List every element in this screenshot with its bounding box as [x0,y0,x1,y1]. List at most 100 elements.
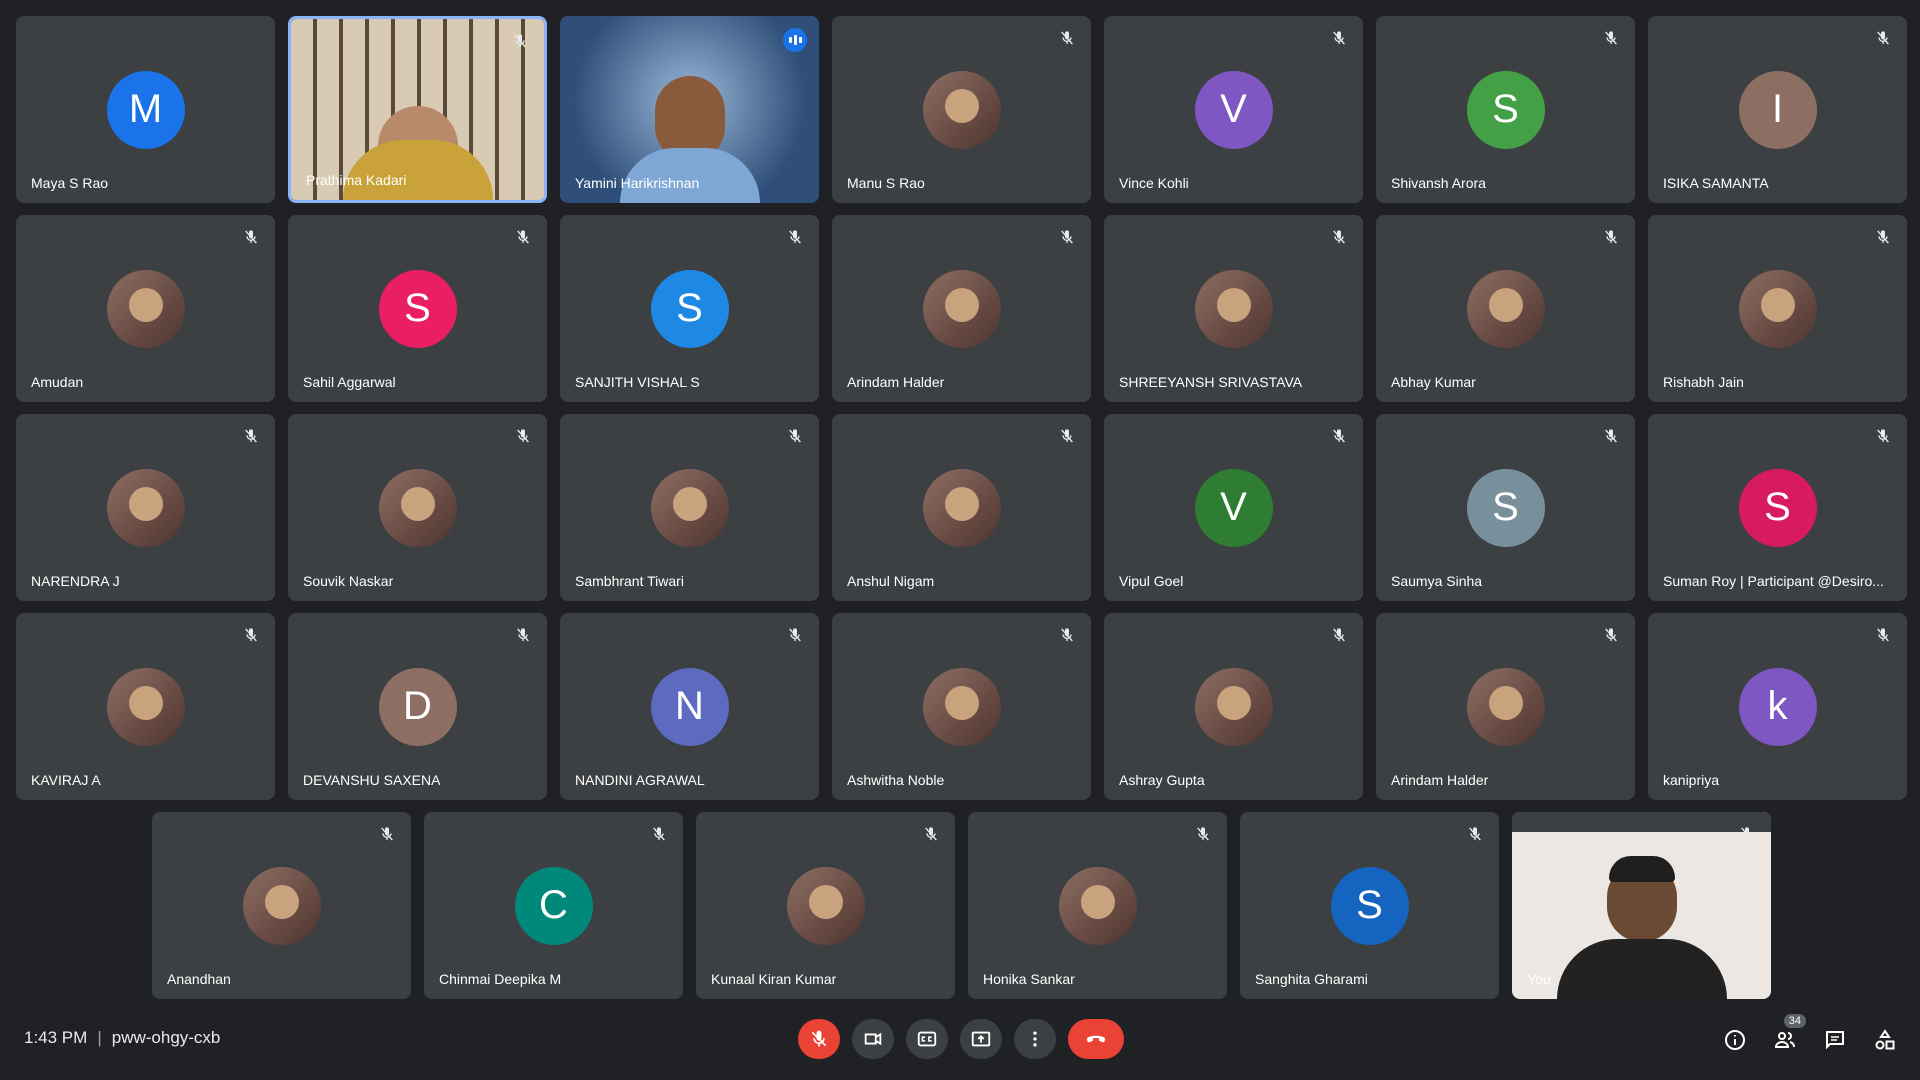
participant-tile[interactable]: Amudan [16,215,275,402]
meeting-time: 1:43 PM [24,1028,88,1047]
participant-tile[interactable]: Abhay Kumar [1376,215,1635,402]
participant-tile[interactable]: Honika Sankar [968,812,1227,999]
mic-off-icon [245,429,257,443]
avatar-photo [944,486,979,521]
participant-tile[interactable]: Arindam Halder [832,215,1091,402]
avatar-photo [128,685,163,720]
participant-tile[interactable]: M Maya S Rao [16,16,275,203]
chat-icon [1826,1031,1844,1050]
participant-tile[interactable]: Arindam Halder [1376,613,1635,800]
mic-off-icon [811,1030,827,1047]
chat-button[interactable] [1820,1020,1850,1060]
participant-name: NARENDRA J [31,573,120,589]
mic-off-icon [1605,628,1617,642]
participant-video [1512,812,1771,999]
avatar: C [514,866,593,945]
participant-tile[interactable]: V Vipul Goel [1104,414,1363,601]
avatar-photo [944,685,979,720]
avatar [1194,667,1273,746]
participant-tile[interactable]: You [1512,812,1771,999]
avatar-photo [1080,884,1115,919]
avatar: M [106,70,185,149]
present-button[interactable] [960,1019,1002,1059]
videocam-icon [864,1032,882,1046]
participant-name: Anshul Nigam [847,573,935,589]
meeting-info: 1:43 PM | pww-ohgy-cxb [24,1028,220,1048]
captions-button[interactable] [906,1019,948,1059]
participant-name: SANJITH VISHAL S [575,374,700,390]
participant-tile[interactable]: Souvik Naskar [288,414,547,601]
participant-name: Sanghita Gharami [1255,971,1368,987]
avatar: S [1466,468,1545,547]
bottom-bar: 1:43 PM | pww-ohgy-cxb 34 [0,1000,1920,1080]
camera-toggle-button[interactable] [852,1019,894,1059]
participant-name: Ashray Gupta [1119,772,1205,788]
participant-tile[interactable]: V Vince Kohli [1104,16,1363,203]
meeting-info-separator: | [97,1028,102,1047]
participant-name: Anandhan [167,971,231,987]
avatar-photo [808,884,843,919]
participant-tile[interactable]: Prathima Kadari [288,16,547,203]
participant-tile[interactable]: SHREEYANSH SRIVASTAVA [1104,215,1363,402]
participant-name: Honika Sankar [983,971,1075,987]
participant-tile[interactable]: S Sanghita Gharami [1240,812,1499,999]
more-options-button[interactable] [1014,1019,1056,1059]
mic-off-icon [925,827,937,841]
avatar: I [1738,70,1817,149]
participant-tile[interactable]: Anshul Nigam [832,414,1091,601]
participant-tile[interactable]: Ashwitha Noble [832,613,1091,800]
participant-name: Chinmai Deepika M [439,971,562,987]
participant-tile[interactable]: D DEVANSHU SAXENA [288,613,547,800]
participant-name: Vince Kohli [1119,175,1189,191]
participant-tile[interactable]: KAVIRAJ A [16,613,275,800]
participant-tile[interactable]: S Shivansh Arora [1376,16,1635,203]
activities-button[interactable] [1870,1020,1900,1060]
avatar-photo [128,486,163,521]
meeting-code[interactable]: pww-ohgy-cxb [112,1028,221,1047]
participant-tile[interactable]: Anandhan [152,812,411,999]
mic-off-icon [1061,628,1073,642]
avatar [1466,269,1545,348]
avatar [1194,269,1273,348]
participant-grid: M Maya S Rao Prathima Kadari Yamini Harikri… [16,16,1907,1000]
avatar-photo [944,88,979,123]
participant-name: Saumya Sinha [1391,573,1483,589]
avatar-photo [944,287,979,322]
mic-off-icon [653,827,665,841]
participant-tile[interactable]: Kunaal Kiran Kumar [696,812,955,999]
present-screen-icon [971,1031,991,1047]
mic-off-icon [789,628,801,642]
participant-tile[interactable]: Manu S Rao [832,16,1091,203]
avatar: k [1738,667,1817,746]
people-button[interactable]: 34 [1770,1014,1806,1060]
avatar-photo [1216,287,1251,322]
participant-name: NANDINI AGRAWAL [575,772,705,788]
participant-tile[interactable]: k kanipriya [1648,613,1907,800]
participant-tile[interactable]: NARENDRA J [16,414,275,601]
mic-toggle-button[interactable] [798,1019,840,1059]
participant-tile[interactable]: C Chinmai Deepika M [424,812,683,999]
participant-tile[interactable]: S SANJITH VISHAL S [560,215,819,402]
participant-tile[interactable]: I ISIKA SAMANTA [1648,16,1907,203]
avatar [1738,269,1817,348]
participant-tile[interactable]: Sambhrant Tiwari [560,414,819,601]
participant-tile[interactable]: S Suman Roy | Participant @Desiro... [1648,414,1907,601]
side-controls: 34 [1720,1014,1900,1060]
participant-tile[interactable]: S Saumya Sinha [1376,414,1635,601]
avatar [922,70,1001,149]
participant-tile[interactable]: S Sahil Aggarwal [288,215,547,402]
participant-tile[interactable]: Ashray Gupta [1104,613,1363,800]
mic-off-icon [517,628,529,642]
avatar [922,667,1001,746]
avatar: S [1466,70,1545,149]
meeting-details-button[interactable] [1720,1020,1750,1060]
participant-tile[interactable]: Rishabh Jain [1648,215,1907,402]
participant-tile[interactable]: Yamini Harikrishnan [560,16,819,203]
leave-call-button[interactable] [1068,1019,1124,1059]
activities-icon [1875,1029,1895,1050]
participant-tile[interactable]: N NANDINI AGRAWAL [560,613,819,800]
avatar [106,269,185,348]
mic-off-icon [1877,628,1889,642]
avatar-photo [1760,287,1795,322]
participant-name: Kunaal Kiran Kumar [711,971,837,987]
